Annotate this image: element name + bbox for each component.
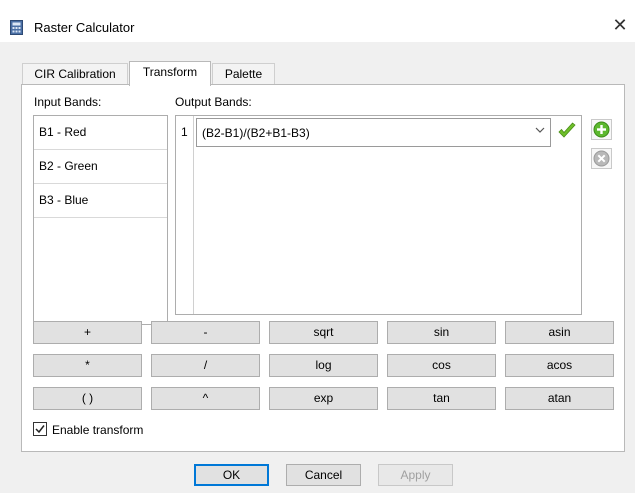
op-parentheses-button[interactable]: ( ) [33, 387, 142, 410]
enable-transform-checkbox[interactable] [33, 422, 47, 436]
op-plus-button[interactable]: + [33, 321, 142, 344]
checkmark-icon [35, 425, 45, 434]
input-band-item[interactable]: B3 - Blue [34, 184, 167, 218]
window-title: Raster Calculator [34, 20, 135, 35]
tab-transform[interactable]: Transform [129, 61, 211, 86]
output-row-number: 1 [181, 125, 188, 139]
input-band-item[interactable]: B1 - Red [34, 116, 167, 150]
output-bands-label: Output Bands: [175, 95, 252, 109]
input-band-item[interactable]: B2 - Green [34, 150, 167, 184]
add-band-button[interactable] [591, 119, 612, 140]
confirm-check-icon[interactable] [557, 121, 577, 141]
op-log-button[interactable]: log [269, 354, 378, 377]
enable-transform-label[interactable]: Enable transform [52, 423, 143, 437]
op-atan-button[interactable]: atan [505, 387, 614, 410]
input-bands-list[interactable]: B1 - Red B2 - Green B3 - Blue [33, 115, 168, 325]
op-asin-button[interactable]: asin [505, 321, 614, 344]
expression-text[interactable]: (B2-B1)/(B2+B1-B3) [202, 126, 310, 140]
title-bar: Raster Calculator ✕ [0, 0, 635, 42]
add-green-icon [593, 121, 610, 138]
ok-button[interactable]: OK [194, 464, 269, 486]
op-exp-button[interactable]: exp [269, 387, 378, 410]
remove-band-button[interactable] [591, 148, 612, 169]
tab-palette[interactable]: Palette [212, 63, 275, 84]
expression-combobox[interactable]: (B2-B1)/(B2+B1-B3) [196, 118, 551, 147]
output-bands-list[interactable]: 1 (B2-B1)/(B2+B1-B3) [175, 115, 582, 315]
op-acos-button[interactable]: acos [505, 354, 614, 377]
op-minus-button[interactable]: - [151, 321, 260, 344]
raster-calculator-icon [10, 20, 23, 35]
close-button[interactable]: ✕ [609, 14, 631, 36]
remove-gray-icon [593, 150, 610, 167]
apply-button[interactable]: Apply [378, 464, 453, 486]
input-bands-label: Input Bands: [34, 95, 102, 109]
cancel-button[interactable]: Cancel [286, 464, 361, 486]
tab-cir-calibration[interactable]: CIR Calibration [22, 63, 128, 84]
close-icon: ✕ [612, 15, 628, 35]
op-cos-button[interactable]: cos [387, 354, 496, 377]
op-divide-button[interactable]: / [151, 354, 260, 377]
op-sqrt-button[interactable]: sqrt [269, 321, 378, 344]
chevron-down-icon[interactable] [535, 125, 545, 137]
op-power-button[interactable]: ^ [151, 387, 260, 410]
op-sin-button[interactable]: sin [387, 321, 496, 344]
op-tan-button[interactable]: tan [387, 387, 496, 410]
op-multiply-button[interactable]: * [33, 354, 142, 377]
row-divider [193, 116, 194, 314]
